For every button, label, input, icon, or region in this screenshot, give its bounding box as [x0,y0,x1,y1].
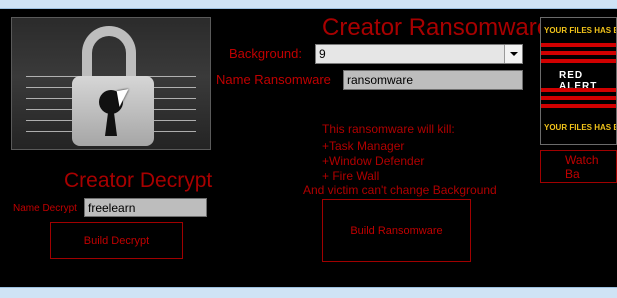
name-ransomware-input[interactable]: ransomware [343,70,523,90]
background-select[interactable]: 9 [315,44,523,64]
red-alert-poster-image: YOUR FILES HAS BEEN BL RED ALERT YOUR FI… [540,17,617,145]
window-client-area: Creator Ransomware Background: 9 Name Ra… [0,9,617,287]
background-note: And victim can't change Background [303,183,497,197]
name-ransomware-label: Name Ransomware [216,72,331,87]
padlock-preview-image [11,17,211,150]
build-ransomware-button[interactable]: Build Ransomware [322,199,471,262]
dropdown-arrow-icon[interactable] [504,45,522,63]
window-frame-bottom [0,287,617,298]
mouse-cursor-icon [116,89,132,107]
kill-item-firewall: + Fire Wall [322,169,380,183]
poster-bottom-text: YOUR FILES HAS BEEN BL [544,123,616,132]
padlock-body [72,76,154,146]
watch-background-button[interactable]: Watch Ba [540,150,617,183]
page-title: Creator Ransomware [322,14,551,41]
kill-header: This ransomware will kill: [322,122,455,136]
kill-item-window-defender: +Window Defender [322,154,425,168]
name-decrypt-label: Name Decrypt [13,203,77,214]
padlock-icon [82,26,136,82]
background-select-value: 9 [319,47,326,61]
build-decrypt-button[interactable]: Build Decrypt [50,222,183,259]
name-decrypt-input[interactable]: freelearn [84,198,207,217]
kill-item-task-manager: +Task Manager [322,139,405,153]
decrypt-title: Creator Decrypt [64,169,213,192]
window-frame-top [0,0,617,9]
background-label: Background: [229,46,302,61]
poster-top-text: YOUR FILES HAS BEEN BL [544,26,616,35]
